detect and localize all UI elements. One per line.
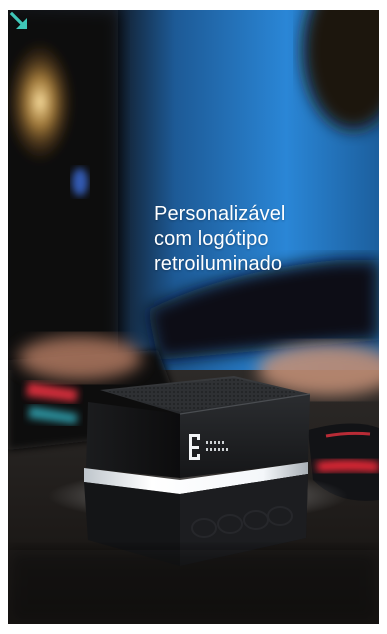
caption-line-2: com logótipo [154,228,269,250]
caption-line-3: retroiluminado [154,253,283,275]
caption-line-1: Personalizável [154,203,286,225]
product-photo: Personalizável com logótipo retroilumina… [8,10,379,624]
page-frame: Personalizável com logótipo retroilumina… [0,0,387,634]
scene-illustration [8,10,379,624]
arrow-down-right-icon [9,11,28,30]
caption-text: Personalizável com logótipo retroilumina… [154,202,374,277]
